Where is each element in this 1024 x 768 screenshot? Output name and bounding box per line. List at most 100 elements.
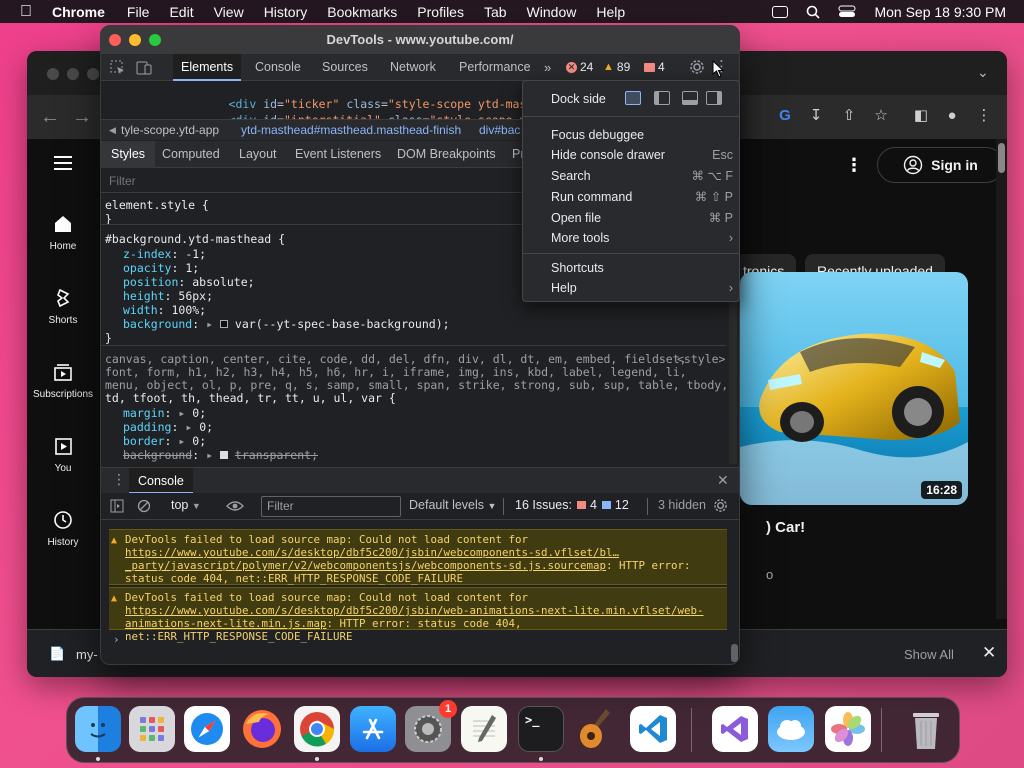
subtab-styles[interactable]: Styles xyxy=(101,141,156,168)
menu-history[interactable]: History xyxy=(264,4,308,20)
youtube-more-icon[interactable]: ⋮ xyxy=(845,155,863,176)
dock-trash[interactable] xyxy=(903,706,949,752)
dock-app-finder[interactable] xyxy=(75,706,121,752)
ua-selector-line[interactable]: canvas, caption, center, cite, code, dd,… xyxy=(105,352,687,366)
console-warning-message[interactable]: ▲ DevTools failed to load source map: Co… xyxy=(109,587,727,643)
tab-search-chevron-icon[interactable]: ⌄ xyxy=(977,64,989,81)
menu-profiles[interactable]: Profiles xyxy=(417,4,464,20)
css-prop-background-overridden[interactable]: background: ▸ transparent; xyxy=(123,448,318,462)
browser-minimize-light[interactable] xyxy=(67,68,79,80)
sidebar-item-you[interactable]: You xyxy=(27,435,99,474)
tab-performance[interactable]: Performance xyxy=(459,54,531,81)
subtab-dom-breakpoints[interactable]: DOM Breakpoints xyxy=(397,141,496,168)
menu-window[interactable]: Window xyxy=(527,4,577,20)
chrome-menu-icon[interactable]: ⋮ xyxy=(975,107,993,125)
browser-close-light[interactable] xyxy=(47,68,59,80)
color-swatch-icon[interactable] xyxy=(219,320,228,328)
dock-app-terminal[interactable]: >_ xyxy=(518,706,564,752)
console-warning-message[interactable]: ▲ DevTools failed to load source map: Co… xyxy=(109,529,727,585)
issues-button[interactable]: 16 Issues: 4 12 xyxy=(515,498,629,512)
css-prop-height[interactable]: height: 56px; xyxy=(123,289,213,303)
tab-elements[interactable]: Elements xyxy=(173,54,242,81)
menu-edit[interactable]: Edit xyxy=(169,4,193,20)
close-window-light[interactable] xyxy=(109,34,121,46)
sign-in-button[interactable]: Sign in xyxy=(877,147,1004,183)
menu-item-shortcuts[interactable]: Shortcuts xyxy=(551,258,733,278)
google-icon[interactable]: G xyxy=(776,107,794,125)
dock-app-visual-studio[interactable] xyxy=(712,706,758,752)
dock-app-chrome[interactable] xyxy=(294,706,340,752)
device-toolbar-icon[interactable] xyxy=(136,60,152,75)
dock-app-safari[interactable] xyxy=(184,706,230,752)
profile-icon[interactable]: ● xyxy=(943,107,961,125)
tab-network[interactable]: Network xyxy=(390,54,436,81)
dock-app-weather[interactable] xyxy=(768,706,814,752)
minimize-window-light[interactable] xyxy=(129,34,141,46)
ua-selector-line[interactable]: td, tfoot, th, thead, tr, tt, u, ul, var… xyxy=(105,391,396,405)
drawer-menu-icon[interactable]: ⋮ xyxy=(112,471,126,488)
clear-console-icon[interactable] xyxy=(137,499,151,513)
menu-item-more-tools[interactable]: More tools › xyxy=(551,228,733,248)
sidebar-item-history[interactable]: History xyxy=(27,509,99,548)
dock-app-photos[interactable] xyxy=(825,706,871,752)
css-prop-margin[interactable]: margin: ▸ 0; xyxy=(123,406,206,420)
subtab-event-listeners[interactable]: Event Listeners xyxy=(295,141,381,168)
zoom-window-light[interactable] xyxy=(149,34,161,46)
control-center-icon[interactable] xyxy=(838,5,856,18)
css-prop-padding[interactable]: padding: ▸ 0; xyxy=(123,420,213,434)
element-style-selector[interactable]: element.style { xyxy=(105,198,209,212)
dock-bottom-icon[interactable] xyxy=(682,91,698,105)
styles-filter-input[interactable] xyxy=(105,171,515,190)
sidebar-item-subscriptions[interactable]: Subscriptions xyxy=(27,361,99,400)
dock-undocked-icon[interactable] xyxy=(625,91,641,105)
menu-item-hide-console-drawer[interactable]: Hide console drawer Esc xyxy=(551,145,733,165)
hamburger-menu-icon[interactable] xyxy=(54,156,72,174)
install-app-icon[interactable]: ↧ xyxy=(807,107,825,125)
bookmark-star-icon[interactable]: ☆ xyxy=(872,107,890,125)
video-title[interactable]: ) Car! xyxy=(766,519,805,536)
settings-gear-icon[interactable] xyxy=(689,59,705,75)
ua-stylesheet-source[interactable]: <style> xyxy=(677,352,725,366)
css-prop-z-index[interactable]: z-index: -1; xyxy=(123,247,206,261)
menu-item-help[interactable]: Help › xyxy=(551,278,733,298)
inspect-element-icon[interactable] xyxy=(110,60,125,75)
menu-help[interactable]: Help xyxy=(596,4,625,20)
breadcrumb-item-background[interactable]: div#bac xyxy=(479,120,520,141)
context-select[interactable]: top ▼ xyxy=(171,498,201,512)
live-expression-eye-icon[interactable] xyxy=(226,500,244,512)
menu-item-run-command[interactable]: Run command ⌘ ⇧ P xyxy=(551,187,733,207)
dock-app-app-store[interactable] xyxy=(350,706,396,752)
tab-sources[interactable]: Sources xyxy=(322,54,368,81)
forward-arrow-icon[interactable]: → xyxy=(72,106,92,129)
browser-zoom-light[interactable] xyxy=(87,68,99,80)
screen-mirroring-icon[interactable] xyxy=(772,5,789,18)
share-icon[interactable]: ⇧ xyxy=(840,107,858,125)
video-channel[interactable]: o xyxy=(766,567,773,582)
transparent-swatch-icon[interactable] xyxy=(219,451,228,459)
css-prop-background[interactable]: background: ▸ var(--yt-spec-base-backgro… xyxy=(123,317,450,331)
menu-view[interactable]: View xyxy=(214,4,244,20)
menu-item-search[interactable]: Search ⌘ ⌥ F xyxy=(551,166,733,186)
css-prop-position[interactable]: position: absolute; xyxy=(123,275,255,289)
dock-left-icon[interactable] xyxy=(654,91,670,105)
sidebar-item-home[interactable]: Home xyxy=(27,213,99,252)
menu-item-open-file[interactable]: Open file ⌘ P xyxy=(551,208,733,228)
source-map-link[interactable]: https://www.youtube.com/s/desktop/dbf5c2… xyxy=(125,546,619,572)
video-thumbnail[interactable]: 16:28 xyxy=(740,272,968,505)
close-download-bar-icon[interactable]: ✕ xyxy=(982,643,996,663)
show-all-downloads-button[interactable]: Show All xyxy=(904,647,954,662)
rule-selector[interactable]: #background.ytd-masthead { xyxy=(105,232,285,246)
side-panel-icon[interactable]: ◧ xyxy=(912,107,930,125)
issues-count-badge[interactable]: 4 xyxy=(644,60,665,74)
console-prompt-icon[interactable]: › xyxy=(113,633,120,646)
tab-console[interactable]: Console xyxy=(255,54,301,81)
ua-selector-line[interactable]: menu, object, ol, p, pre, q, s, samp, sm… xyxy=(105,378,726,392)
dock-app-launchpad[interactable] xyxy=(129,706,175,752)
dock-right-icon[interactable] xyxy=(706,91,722,105)
menu-item-focus-debuggee[interactable]: Focus debuggee xyxy=(551,125,733,145)
css-prop-border[interactable]: border: ▸ 0; xyxy=(123,434,206,448)
console-settings-gear-icon[interactable] xyxy=(713,498,728,513)
menu-file[interactable]: File xyxy=(127,4,150,20)
dock-app-textedit[interactable] xyxy=(461,706,507,752)
back-arrow-icon[interactable]: ← xyxy=(40,106,60,129)
